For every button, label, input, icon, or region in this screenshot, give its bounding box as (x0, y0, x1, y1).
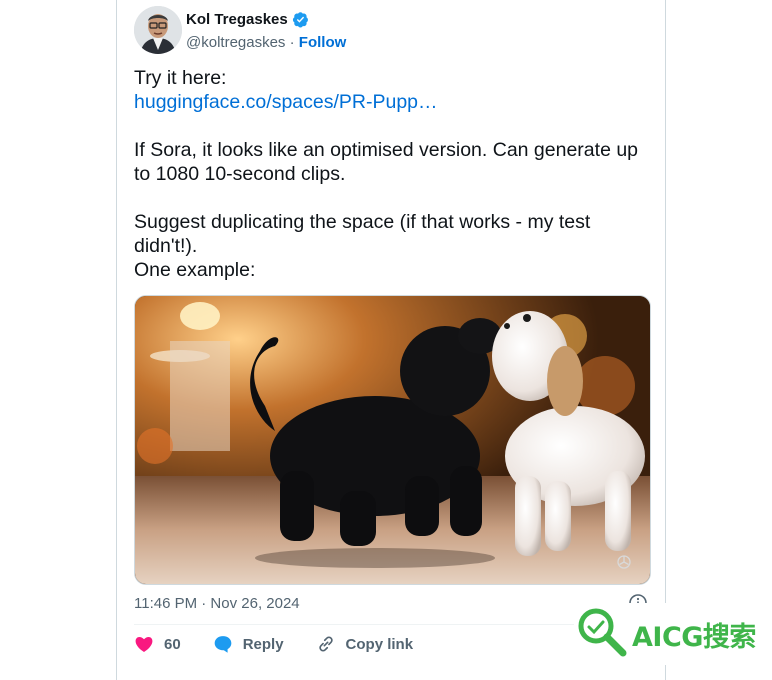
author-name[interactable]: Kol Tregaskes (186, 11, 288, 28)
video-frame (135, 296, 650, 584)
tweet-timestamp[interactable]: 11:46 PM · Nov 26, 2024 (134, 595, 300, 612)
author-handle[interactable]: @koltregaskes (186, 34, 285, 51)
tweet-text: Try it here: huggingface.co/spaces/PR-Pu… (134, 66, 649, 282)
tweet-actions: 60 Reply Copy link (134, 632, 445, 656)
author-name-row: Kol Tregaskes (186, 11, 309, 28)
tweet-video[interactable] (134, 295, 651, 585)
tweet-link[interactable]: huggingface.co/spaces/PR-Pupp… (134, 90, 649, 114)
follow-button[interactable]: Follow (299, 34, 347, 51)
tweet-text-line: If Sora, it looks like an optimised vers… (134, 139, 639, 185)
handle-row: @koltregaskes · Follow (186, 34, 346, 51)
divider (134, 624, 649, 625)
reply-button[interactable]: Reply (213, 634, 284, 654)
tweet-text-line: Try it here: (134, 67, 227, 89)
like-count: 60 (164, 635, 181, 653)
heart-icon (134, 634, 154, 654)
search-magnifier-icon (574, 604, 630, 665)
tweet-text-line: One example: (134, 259, 256, 281)
line-break (134, 186, 649, 210)
link-icon (316, 634, 336, 654)
copy-link-label: Copy link (345, 635, 414, 653)
reply-icon (213, 634, 233, 654)
copy-link-button[interactable]: Copy link (316, 634, 414, 654)
tweet-text-line: Suggest duplicating the space (if that w… (134, 211, 591, 257)
avatar[interactable] (134, 6, 182, 54)
reply-label: Reply (242, 635, 284, 653)
tweet-card: Kol Tregaskes @koltregaskes · Follow Try… (116, 0, 666, 680)
line-break (134, 114, 649, 138)
watermark-text: AICG搜索 (632, 621, 756, 653)
openai-logo-icon (616, 554, 632, 570)
like-button[interactable]: 60 (134, 634, 181, 654)
tweet-header: Kol Tregaskes @koltregaskes · Follow (134, 6, 634, 54)
verified-badge-icon (292, 11, 309, 28)
watermark: AICG搜索 (574, 603, 772, 665)
handle-separator: · (285, 34, 299, 51)
